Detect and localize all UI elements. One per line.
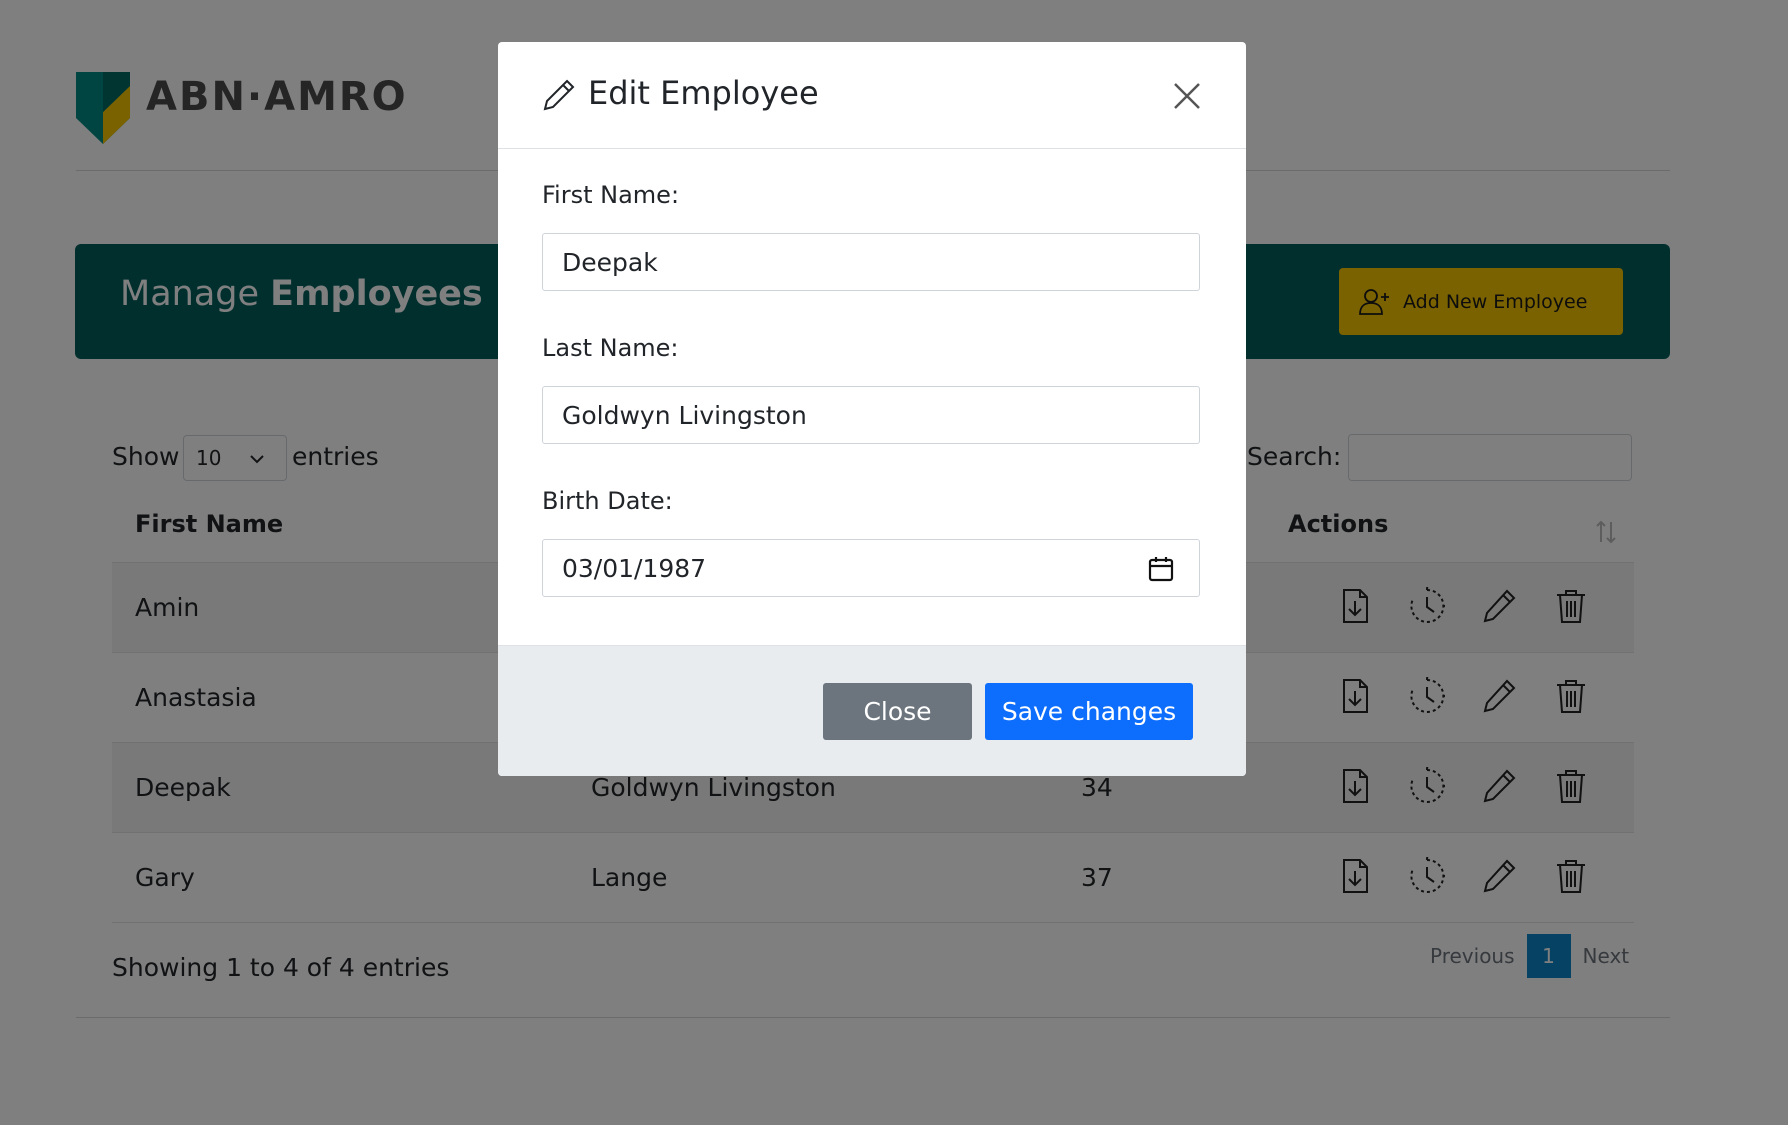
birth-date-field[interactable]: 03/01/1987	[542, 539, 1200, 597]
close-icon[interactable]	[1170, 79, 1204, 113]
last-name-field[interactable]: Goldwyn Livingston	[542, 386, 1200, 444]
pencil-icon	[543, 79, 575, 111]
modal-body: First Name: Deepak Last Name: Goldwyn Li…	[498, 149, 1246, 687]
birth-date-label: Birth Date:	[542, 487, 673, 515]
modal-title: Edit Employee	[588, 74, 819, 112]
modal-header: Edit Employee	[498, 42, 1246, 149]
calendar-icon[interactable]	[1147, 555, 1175, 583]
save-changes-button[interactable]: Save changes	[985, 683, 1193, 740]
birth-date-value: 03/01/1987	[562, 553, 707, 583]
modal-footer: Close Save changes	[498, 645, 1246, 776]
first-name-field[interactable]: Deepak	[542, 233, 1200, 291]
edit-employee-modal: Edit Employee First Name: Deepak Last Na…	[498, 42, 1246, 776]
first-name-label: First Name:	[542, 181, 680, 209]
last-name-label: Last Name:	[542, 334, 679, 362]
close-button[interactable]: Close	[823, 683, 972, 740]
